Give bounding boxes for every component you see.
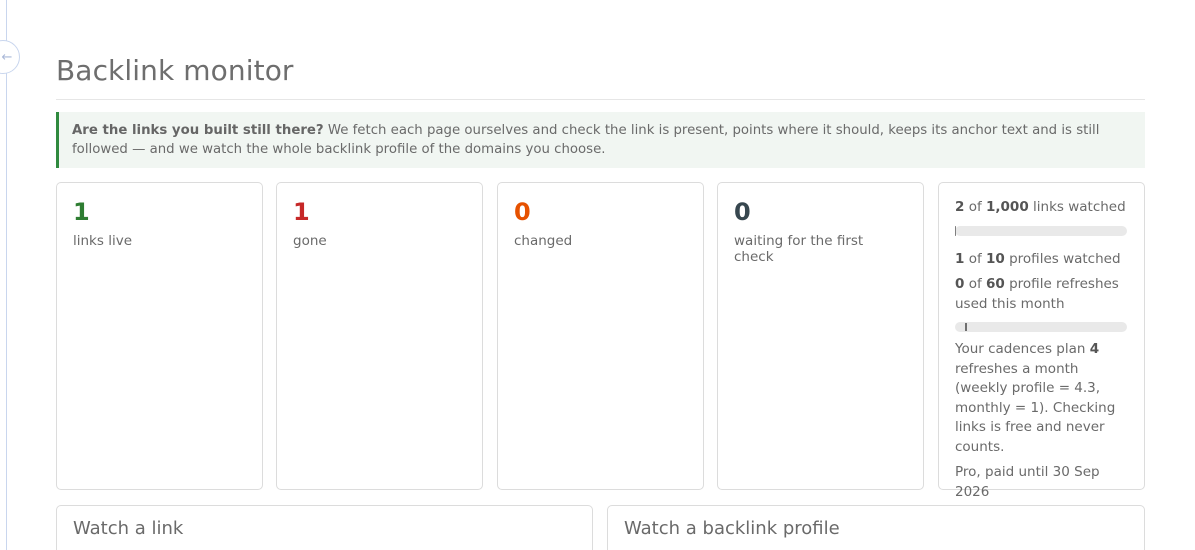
- stat-card-live: 1 links live: [56, 182, 263, 490]
- plan-usage-card: 2 of 1,000 links watched 1 of 10 profile…: [938, 182, 1145, 519]
- watch-profile-title: Watch a backlink profile: [624, 518, 840, 539]
- profiles-usage-text: 1 of 10 profiles watched: [955, 250, 1128, 270]
- refresh-usage-marker: [965, 323, 967, 331]
- refresh-of: of: [964, 276, 987, 292]
- links-usage-bar: [955, 225, 1127, 236]
- profiles-suffix: profiles watched: [1004, 250, 1121, 267]
- stat-label-waiting: waiting for the first check: [734, 233, 864, 265]
- links-suffix: links watched: [1028, 199, 1126, 215]
- profiles-used: 1: [955, 250, 965, 267]
- info-callout: Are the links you built still there? We …: [56, 112, 1145, 168]
- links-of: of: [964, 199, 987, 215]
- refresh-usage-text: 0 of 60 profile refreshes used this mont…: [955, 275, 1128, 314]
- stat-card-gone: 1 gone: [276, 182, 483, 490]
- page-title: Backlink monitor: [56, 54, 294, 87]
- stat-value-live: 1: [73, 198, 90, 226]
- side-rail: [6, 0, 7, 550]
- stat-label-changed: changed: [514, 233, 573, 249]
- arrow-left-icon: ←: [1, 49, 13, 65]
- refresh-used: 0: [955, 276, 965, 292]
- plan-tier-text: Pro, paid until 30 Sep 2026: [955, 464, 1100, 500]
- info-lead: Are the links you built still there?: [72, 123, 324, 138]
- profiles-of: of: [964, 250, 987, 267]
- watch-profile-panel: Watch a backlink profile: [607, 505, 1145, 550]
- cadence-prefix: Your cadences plan: [955, 341, 1090, 357]
- refresh-usage-bar: [955, 322, 1127, 332]
- watch-link-panel: Watch a link: [56, 505, 593, 550]
- stat-value-gone: 1: [293, 198, 310, 226]
- refresh-limit: 60: [986, 276, 1005, 292]
- stat-label-gone: gone: [293, 233, 327, 249]
- stat-card-changed: 0 changed: [497, 182, 704, 490]
- stat-value-waiting: 0: [734, 198, 751, 226]
- links-usage-text: 2 of 1,000 links watched: [955, 198, 1128, 218]
- watch-link-title: Watch a link: [73, 518, 184, 539]
- title-divider: [56, 99, 1145, 100]
- stat-value-changed: 0: [514, 198, 531, 226]
- cadence-count: 4: [1089, 341, 1100, 357]
- stat-card-waiting: 0 waiting for the first check: [717, 182, 924, 490]
- profiles-limit: 10: [986, 250, 1005, 267]
- cadence-note: Your cadences plan 4 refreshes a month (…: [955, 340, 1128, 457]
- back-button[interactable]: ←: [0, 40, 20, 74]
- links-used: 2: [955, 199, 965, 215]
- stat-label-live: links live: [73, 233, 132, 249]
- links-limit: 1,000: [986, 199, 1029, 215]
- plan-tier: Pro, paid until 30 Sep 2026: [955, 463, 1128, 502]
- cadence-suffix: refreshes a month (weekly profile = 4.3,…: [955, 360, 1116, 455]
